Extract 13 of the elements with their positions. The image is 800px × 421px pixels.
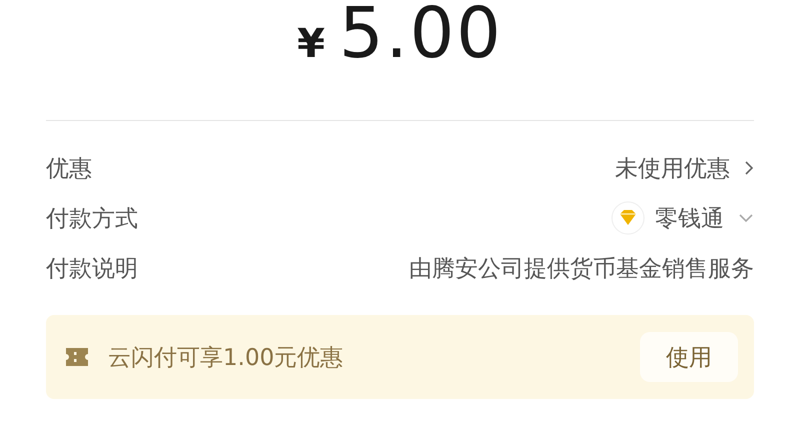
row-label: 付款方式 <box>46 204 138 234</box>
row-label: 付款说明 <box>46 254 138 284</box>
row-value: 由腾安公司提供货币基金销售服务 <box>409 254 754 284</box>
payment-method-select[interactable]: 零钱通 <box>611 201 754 235</box>
currency-symbol: ¥ <box>297 21 325 67</box>
use-button[interactable]: 使用 <box>640 332 738 382</box>
promo-text: 云闪付可享1.00元优惠 <box>108 344 344 372</box>
chevron-down-icon <box>738 213 754 223</box>
coupon-link[interactable]: 未使用优惠 <box>615 152 754 184</box>
chevron-right-icon <box>744 160 754 176</box>
ticket-icon <box>66 348 88 366</box>
payment-amount: 5.00 <box>338 0 503 74</box>
row-label: 优惠 <box>46 154 92 184</box>
